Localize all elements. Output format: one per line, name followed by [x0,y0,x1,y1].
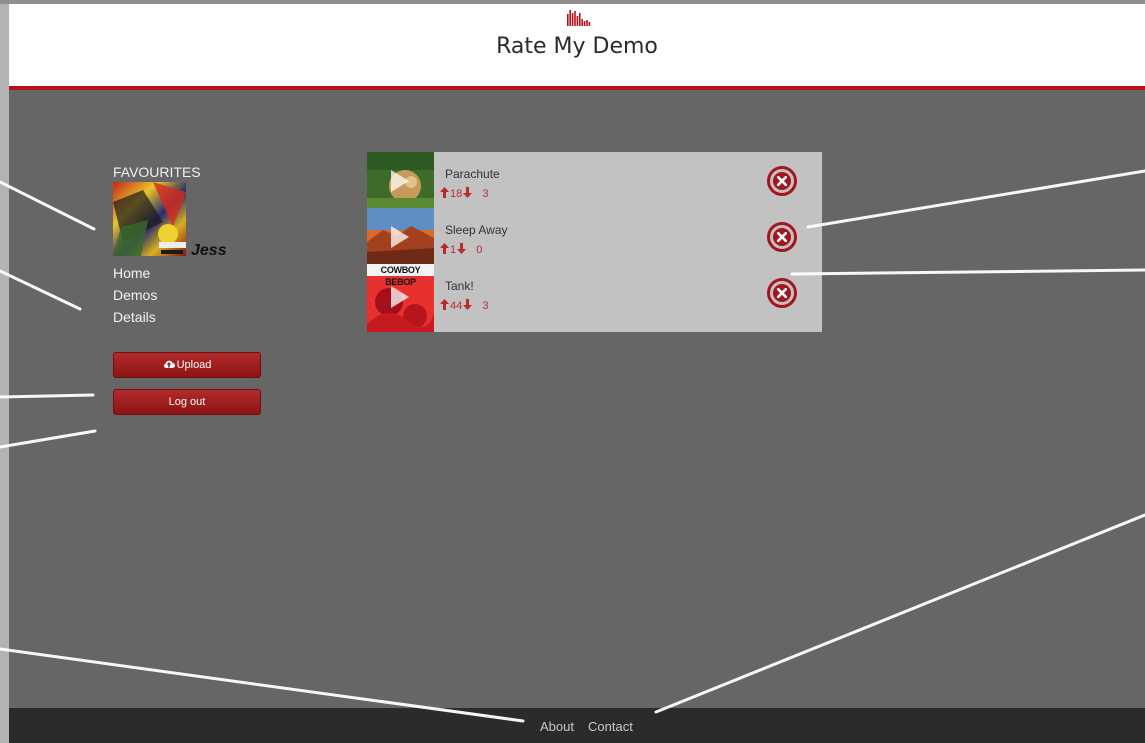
avatar [113,182,186,256]
favourites-heading: FAVOURITES [113,164,201,180]
upvote-count: 18 [450,188,463,200]
demo-row: Parachute 18 3 [367,152,822,208]
downvote-count: 3 [482,300,489,312]
demo-row: Sleep Away 1 0 [367,208,822,264]
demo-thumbnail[interactable]: COWBOY BEBOP [367,264,434,332]
avatar-art [113,182,186,256]
main-area: FAVOURITES Jess Home Demos Details Uploa… [9,90,1145,708]
logout-button[interactable]: Log out [113,389,261,415]
site-title: Rate My Demo [496,34,658,59]
nav-details-link[interactable]: Details [113,309,156,325]
play-icon [391,286,409,308]
demo-title[interactable]: Sleep Away [445,223,508,237]
arrow-down-icon[interactable] [456,243,467,254]
downvote-count: 3 [482,188,489,200]
arrow-down-icon[interactable] [462,299,473,310]
cloud-upload-icon [163,360,175,368]
upload-label: Upload [176,359,212,371]
footer-contact-link[interactable]: Contact [588,719,633,734]
demo-thumbnail[interactable] [367,208,434,264]
demo-thumbnail[interactable] [367,152,434,208]
username: Jess [191,242,227,259]
demo-title[interactable]: Parachute [445,167,500,181]
site-footer: About Contact [9,708,1145,743]
demo-votes: 18 3 [439,187,489,200]
favourite-demos-list: Parachute 18 3 Sleep Away 1 0 COWBOY BEB… [367,152,822,332]
site-header: Rate My Demo [9,4,1145,90]
demo-row: COWBOY BEBOP Tank! 44 3 [367,264,822,332]
play-icon [391,170,409,192]
remove-favourite-icon[interactable] [766,221,798,253]
demo-votes: 44 3 [439,299,489,312]
remove-favourite-icon[interactable] [766,277,798,309]
arrow-up-icon[interactable] [439,243,450,254]
demo-title[interactable]: Tank! [445,279,474,293]
arrow-up-icon[interactable] [439,299,450,310]
play-icon [391,226,409,248]
downvote-count: 0 [476,244,483,256]
remove-favourite-icon[interactable] [766,165,798,197]
nav-demos-link[interactable]: Demos [113,287,157,303]
upvote-count: 44 [450,300,463,312]
left-frame [0,4,9,743]
arrow-up-icon[interactable] [439,187,450,198]
footer-about-link[interactable]: About [540,719,574,734]
upload-button[interactable]: Upload [113,352,261,378]
nav-home-link[interactable]: Home [113,265,150,281]
demo-votes: 1 0 [439,243,482,256]
arrow-down-icon[interactable] [462,187,473,198]
logo-icon [567,10,591,26]
